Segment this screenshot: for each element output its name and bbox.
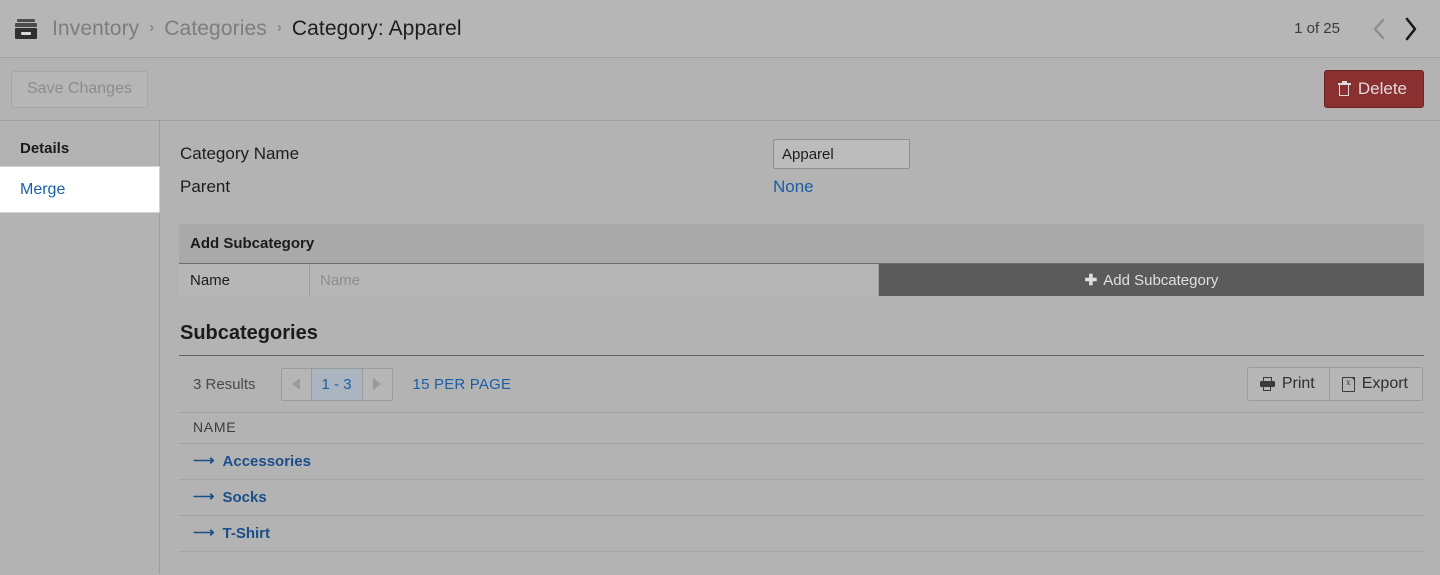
per-page-link[interactable]: 15 PER PAGE bbox=[413, 376, 512, 393]
parent-label: Parent bbox=[180, 177, 231, 196]
subcategory-name: T-Shirt bbox=[222, 525, 271, 542]
arrow-right-icon: ⟶ bbox=[193, 452, 215, 469]
subcategory-link-accessories[interactable]: ⟶ Accessories bbox=[193, 453, 311, 470]
add-subcategory-button[interactable]: ✚ Add Subcategory bbox=[879, 264, 1424, 296]
form-row-parent: Parent None bbox=[180, 172, 1424, 202]
breadcrumb-separator: › bbox=[149, 19, 155, 36]
spreadsheet-icon: x bbox=[1341, 376, 1355, 392]
subcategory-link-socks[interactable]: ⟶ Socks bbox=[193, 489, 267, 506]
main-panel: Category Name Parent None Add Subcategor… bbox=[160, 121, 1440, 574]
breadcrumb-separator: › bbox=[276, 19, 282, 36]
table-pager: 1 - 3 bbox=[280, 367, 393, 401]
subcategories-table: 3 Results 1 - 3 15 PER PAGE Print x Expo… bbox=[179, 355, 1424, 552]
category-name-label: Category Name bbox=[180, 144, 300, 163]
table-cell-name: ⟶ Accessories bbox=[179, 443, 1424, 480]
delete-button[interactable]: Delete bbox=[1323, 70, 1424, 108]
triangle-left-icon bbox=[292, 378, 301, 390]
subcategories-title: Subcategories bbox=[180, 322, 318, 344]
chevron-left-icon[interactable] bbox=[1366, 14, 1392, 44]
record-count-label: 1 of 25 bbox=[1294, 20, 1340, 37]
column-header-name[interactable]: NAME bbox=[179, 412, 1424, 444]
subcategory-name: Accessories bbox=[222, 453, 311, 470]
print-button-label: Print bbox=[1281, 375, 1315, 392]
export-button-label: Export bbox=[1361, 375, 1408, 392]
subcategory-name-input[interactable] bbox=[310, 264, 879, 296]
export-button[interactable]: x Export bbox=[1329, 367, 1423, 401]
add-subcategory-panel: Add Subcategory Name ✚ Add Subcategory bbox=[179, 224, 1424, 296]
table-toolbar: 3 Results 1 - 3 15 PER PAGE Print x Expo… bbox=[179, 356, 1424, 412]
subcategory-name-label: Name bbox=[179, 264, 310, 296]
trash-icon bbox=[1337, 81, 1351, 96]
action-toolbar: Save Changes Delete bbox=[0, 58, 1440, 121]
sidebar-item-details[interactable]: Details bbox=[0, 131, 159, 167]
printer-icon bbox=[1259, 377, 1275, 391]
triangle-right-icon bbox=[373, 378, 382, 390]
pager-next-button[interactable] bbox=[362, 368, 392, 400]
table-row: ⟶ Socks bbox=[179, 479, 1424, 516]
table-row: ⟶ Accessories bbox=[179, 443, 1424, 480]
breadcrumb: Inventory › Categories › Category: Appar… bbox=[14, 17, 1294, 41]
parent-value-link[interactable]: None bbox=[773, 177, 814, 197]
add-subcategory-header: Add Subcategory bbox=[179, 224, 1424, 264]
archive-box-icon bbox=[14, 18, 38, 39]
save-changes-button[interactable]: Save Changes bbox=[11, 70, 148, 108]
delete-button-label: Delete bbox=[1357, 79, 1407, 98]
content-area: Details Merge Category Name Parent None … bbox=[0, 121, 1440, 574]
form-row-category-name: Category Name bbox=[180, 139, 1424, 169]
add-subcategory-row: Name ✚ Add Subcategory bbox=[179, 264, 1424, 296]
table-row: ⟶ T-Shirt bbox=[179, 515, 1424, 552]
category-name-input[interactable] bbox=[773, 139, 910, 169]
arrow-right-icon: ⟶ bbox=[193, 524, 215, 541]
page-root: Inventory › Categories › Category: Appar… bbox=[0, 0, 1440, 575]
add-subcategory-button-label: Add Subcategory bbox=[1103, 271, 1219, 289]
table-cell-name: ⟶ T-Shirt bbox=[179, 515, 1424, 552]
breadcrumb-item-inventory[interactable]: Inventory bbox=[52, 17, 139, 41]
print-button[interactable]: Print bbox=[1246, 367, 1330, 401]
subcategories-grid: NAME ⟶ Accessories ⟶ Socks ⟶ T-Shirt bbox=[179, 412, 1424, 552]
category-form: Category Name Parent None bbox=[179, 139, 1424, 202]
sidebar-item-merge[interactable]: Merge bbox=[0, 167, 159, 213]
table-action-buttons: Print x Export bbox=[1246, 367, 1423, 401]
pager-range-label[interactable]: 1 - 3 bbox=[310, 368, 363, 400]
pager-prev-button[interactable] bbox=[281, 368, 311, 400]
subcategory-link-t-shirt[interactable]: ⟶ T-Shirt bbox=[193, 525, 270, 542]
table-cell-name: ⟶ Socks bbox=[179, 479, 1424, 516]
results-count-label: 3 Results bbox=[193, 375, 256, 393]
record-pager: 1 of 25 bbox=[1294, 14, 1424, 44]
breadcrumb-item-categories[interactable]: Categories bbox=[164, 17, 267, 41]
sidebar: Details Merge bbox=[0, 121, 160, 574]
chevron-right-icon[interactable] bbox=[1398, 14, 1424, 44]
table-header-row: NAME bbox=[179, 412, 1424, 444]
breadcrumb-item-current: Category: Apparel bbox=[291, 16, 462, 40]
plus-icon: ✚ bbox=[1084, 272, 1098, 289]
arrow-right-icon: ⟶ bbox=[193, 488, 215, 505]
subcategory-name: Socks bbox=[222, 489, 267, 506]
breadcrumb-bar: Inventory › Categories › Category: Appar… bbox=[0, 0, 1440, 58]
